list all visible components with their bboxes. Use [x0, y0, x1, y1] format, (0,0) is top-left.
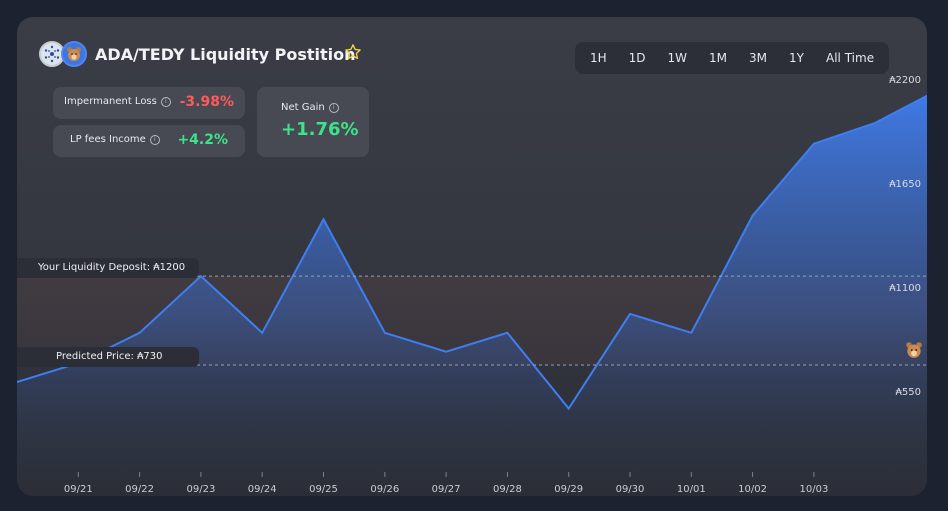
x-tick-label: 10/03	[799, 484, 828, 495]
x-tick-label: 09/27	[432, 484, 461, 495]
range-1w[interactable]: 1W	[657, 42, 699, 74]
chart-panel: 09/21 09/22 09/23 09/24 09/25 09/26 09/27 09/28…	[17, 17, 927, 496]
info-icon[interactable]: i	[328, 102, 339, 113]
x-tick-label: 09/22	[125, 484, 154, 495]
x-tick-label: 09/23	[186, 484, 215, 495]
range-1y[interactable]: 1Y	[778, 42, 815, 74]
impermanent-loss-card: Impermanent Loss i -3.98%	[53, 87, 245, 119]
impermanent-loss-label: Impermanent Loss	[64, 96, 157, 107]
y-tick-label: ₳1100	[889, 283, 921, 294]
y-tick-label: ₳1650	[889, 179, 921, 190]
x-tick-label: 09/28	[493, 484, 522, 495]
range-3m[interactable]: 3M	[738, 42, 778, 74]
lp-fees-card: LP fees Income i +4.2%	[53, 125, 245, 157]
info-icon[interactable]: i	[149, 134, 160, 145]
x-tick-label: 10/02	[738, 484, 767, 495]
info-icon[interactable]: i	[160, 96, 171, 107]
tedy-bear-icon	[904, 340, 924, 364]
x-tick-label: 09/26	[370, 484, 399, 495]
lp-fees-label: LP fees Income	[70, 134, 146, 145]
net-gain-card: Net Gain i +1.76%	[257, 87, 369, 157]
x-tick-label: 09/30	[616, 484, 645, 495]
time-range-selector: 1H 1D 1W 1M 3M 1Y All Time	[575, 42, 890, 74]
star-outline-icon[interactable]	[344, 43, 362, 65]
tedy-bear-icon	[61, 41, 87, 67]
range-all-time[interactable]: All Time	[815, 42, 885, 74]
x-tick-label: 09/29	[554, 484, 583, 495]
lp-fees-value: +4.2%	[177, 132, 228, 148]
range-1m[interactable]: 1M	[698, 42, 738, 74]
predicted-price-label: Predicted Price: ₳730	[17, 347, 199, 367]
y-tick-label: ₳550	[896, 387, 921, 398]
x-tick-label: 10/01	[677, 484, 706, 495]
range-1d[interactable]: 1D	[618, 42, 657, 74]
page-title: ADA/TEDY Liquidity Postition	[95, 45, 356, 64]
impermanent-loss-value: -3.98%	[179, 94, 234, 110]
x-tick-label: 09/24	[248, 484, 277, 495]
range-1h[interactable]: 1H	[579, 42, 618, 74]
x-tick-label: 09/25	[309, 484, 338, 495]
deposit-reference-label: Your Liquidity Deposit: ₳1200	[17, 258, 199, 278]
net-gain-value: +1.76%	[281, 119, 359, 140]
y-tick-label: ₳2200	[889, 75, 921, 86]
net-gain-label: Net Gain	[281, 102, 325, 113]
x-tick-label: 09/21	[64, 484, 93, 495]
